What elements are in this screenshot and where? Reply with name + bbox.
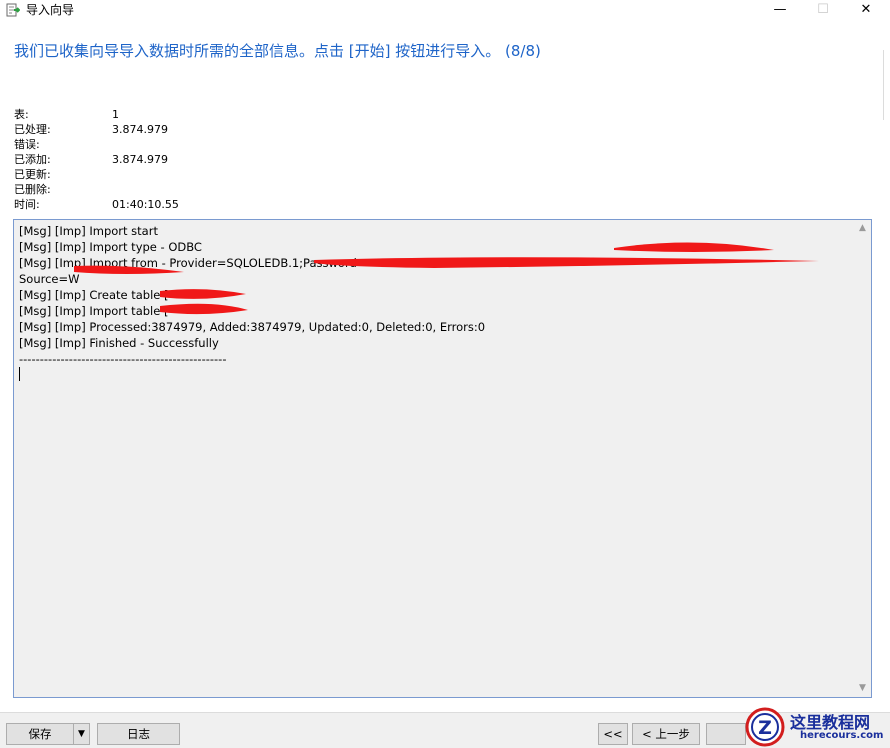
stat-label: 表: — [14, 108, 29, 121]
watermark-logo: Z — [745, 707, 785, 747]
stat-label: 已处理: — [14, 123, 51, 136]
minimize-button[interactable]: — — [758, 0, 802, 20]
previous-step-button[interactable]: < 上一步 — [632, 723, 700, 745]
log-vertical-scrollbar[interactable]: ▲ ▼ — [854, 220, 871, 697]
import-log-textarea[interactable]: [Msg] [Imp] Import start [Msg] [Imp] Imp… — [13, 219, 872, 698]
stat-label: 时间: — [14, 198, 40, 211]
redaction-scribble — [314, 257, 819, 268]
redaction-scribble — [160, 289, 246, 299]
import-wizard-window: 导入向导 — ☐ ✕ 我们已收集向导导入数据时所需的全部信息。点击 [开始] 按… — [0, 0, 890, 748]
stat-value: 3.874.979 — [112, 123, 168, 136]
site-watermark: Z 这里教程网 herecours.com — [742, 706, 890, 748]
maximize-button[interactable]: ☐ — [801, 0, 845, 20]
redaction-scribble — [74, 265, 184, 274]
scroll-up-arrow-icon[interactable]: ▲ — [854, 220, 871, 237]
log-button[interactable]: 日志 — [97, 723, 180, 745]
wizard-step-heading: 我们已收集向导导入数据时所需的全部信息。点击 [开始] 按钮进行导入。 (8/8… — [14, 42, 541, 60]
log-line: [Msg] [Imp] Finished - Successfully — [19, 336, 219, 350]
stat-label: 错误: — [14, 138, 40, 151]
scroll-down-arrow-icon[interactable]: ▼ — [854, 680, 871, 697]
watermark-badge-letter: Z — [758, 717, 772, 739]
save-button[interactable]: 保存 — [6, 723, 74, 745]
redaction-marks — [74, 242, 819, 315]
first-step-button[interactable]: << — [598, 723, 628, 745]
stat-value: 3.874.979 — [112, 153, 168, 166]
watermark-url: herecours.com — [800, 730, 884, 741]
redaction-scribble — [614, 242, 774, 252]
next-step-button[interactable] — [706, 723, 746, 745]
stat-value: 1 — [112, 108, 119, 121]
import-wizard-icon — [6, 3, 20, 17]
stat-label: 已删除: — [14, 183, 51, 196]
save-dropdown-button[interactable]: ▼ — [73, 723, 90, 745]
close-button[interactable]: ✕ — [844, 0, 888, 20]
title-bar: 导入向导 — ☐ ✕ — [0, 0, 890, 20]
stat-value: 01:40:10.55 — [112, 198, 179, 211]
stat-label: 已添加: — [14, 153, 51, 166]
outer-scrollbar[interactable] — [883, 50, 890, 120]
redaction-scribble — [160, 303, 248, 315]
log-line: ----------------------------------------… — [19, 352, 227, 366]
text-caret — [19, 367, 20, 381]
window-title: 导入向导 — [26, 3, 75, 17]
stat-label: 已更新: — [14, 168, 51, 181]
